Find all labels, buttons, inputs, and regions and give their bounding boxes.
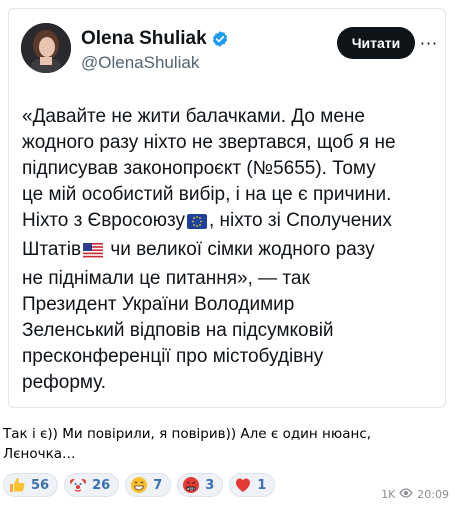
tweet-line-part: чи великої сімки жодного разу — [105, 239, 375, 260]
eu-flag-icon — [186, 211, 207, 237]
post-meta: 1K 20:09 — [381, 488, 449, 501]
caption-line: Так і є)) Ми повірили, я повірив)) Але є… — [3, 426, 372, 442]
tweet-line-part: Ніхто з Євросоюзу — [22, 210, 185, 231]
tweet-line: «Давайте не жити балачками. До мене — [22, 106, 365, 127]
reaction-count: 26 — [92, 477, 111, 493]
tweet-line: не піднімали це питання», — так — [22, 268, 310, 289]
heart-icon — [234, 476, 252, 494]
reaction-count: 7 — [153, 477, 163, 493]
tweet-line: пресконференції про містобудівну — [22, 346, 324, 367]
reaction-thumbs-up[interactable]: 56 — [3, 473, 59, 497]
post-caption: Так і є)) Ми повірили, я повірив)) Але є… — [3, 424, 443, 464]
reaction-count: 3 — [205, 477, 215, 493]
more-options-icon[interactable]: ··· — [418, 31, 440, 55]
reactions-bar: 56 26 7 #@! 3 1 — [3, 473, 276, 497]
tweet-line: Президент України Володимир — [22, 294, 295, 315]
grinning-icon — [130, 476, 148, 494]
reaction-grinning[interactable]: 7 — [125, 473, 172, 497]
post-time: 20:09 — [417, 488, 449, 501]
tweet-line: це мій особистий вибір, і на це є причин… — [22, 184, 392, 205]
tweet-line: Ніхто з Євросоюзу , ніхто зі Сполучених — [22, 208, 442, 237]
tweet-line: реформу. — [22, 372, 107, 393]
reaction-count: 56 — [31, 477, 50, 493]
reaction-cursing[interactable]: #@! 3 — [177, 473, 224, 497]
tweet-card: Olena Shuliak @OlenaShuliak Читати ··· «… — [8, 8, 446, 408]
author-name[interactable]: Olena Shuliak — [81, 28, 229, 50]
reaction-clown[interactable]: 26 — [64, 473, 120, 497]
tweet-text: «Давайте не жити балачками. До мене жодн… — [22, 104, 442, 396]
author-handle[interactable]: @OlenaShuliak — [81, 53, 199, 73]
view-count: 1K — [381, 488, 396, 501]
thumbs-up-icon — [8, 476, 26, 494]
avatar[interactable] — [21, 23, 71, 73]
tweet-line: Штатів чи великої сімки жодного разу — [22, 237, 442, 266]
svg-text:#@!: #@! — [187, 487, 195, 491]
reaction-count: 1 — [257, 477, 267, 493]
author-name-text: Olena Shuliak — [81, 28, 207, 49]
tweet-line: Зеленський відповів на підсумковій — [22, 320, 334, 341]
tweet-line-part: Штатів — [22, 239, 82, 260]
reaction-heart[interactable]: 1 — [229, 473, 276, 497]
tweet-line-part: , ніхто зі Сполучених — [208, 210, 392, 231]
verified-badge-icon — [211, 30, 229, 48]
tweet-line: жодного разу ніхто не звертався, щоб я н… — [22, 132, 396, 153]
follow-button[interactable]: Читати — [337, 27, 415, 59]
tweet-line: підписував законопроєкт (№5655). Тому — [22, 158, 376, 179]
us-flag-icon — [83, 240, 104, 266]
eye-icon — [399, 488, 414, 501]
clown-icon — [69, 476, 87, 494]
caption-line: Лєночка… — [3, 446, 76, 462]
cursing-face-icon: #@! — [182, 476, 200, 494]
